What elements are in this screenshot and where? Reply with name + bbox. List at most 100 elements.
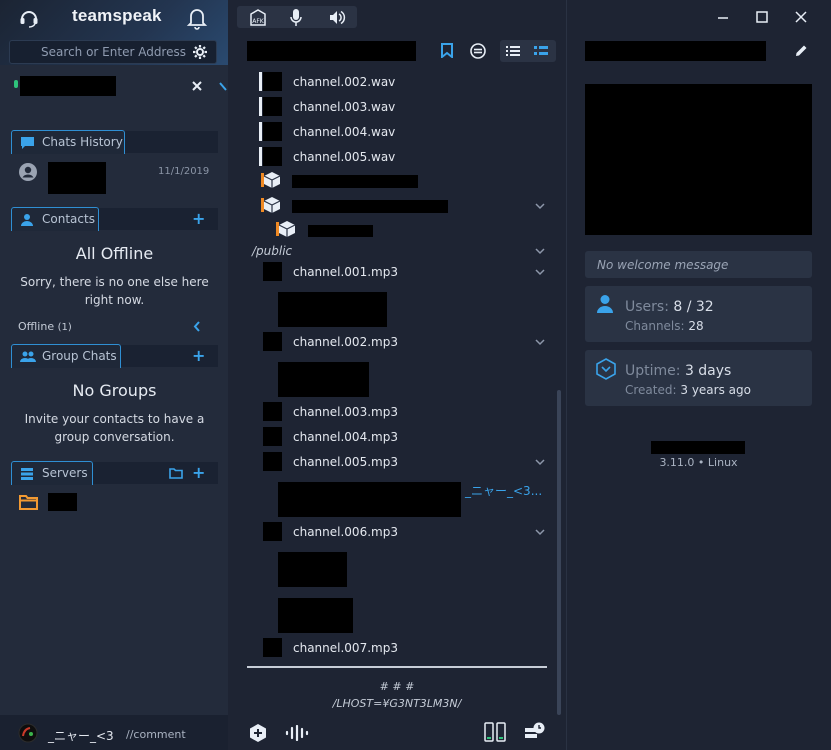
minimize-icon[interactable] bbox=[717, 12, 729, 24]
bell-icon[interactable] bbox=[186, 6, 208, 30]
devices-icon[interactable] bbox=[484, 722, 506, 742]
contacts-empty-text: Sorry, there is no one else here right n… bbox=[20, 275, 209, 307]
channel-row[interactable]: channel.005.wav bbox=[247, 146, 547, 168]
chevron-down-icon[interactable] bbox=[535, 337, 545, 347]
redacted-server-name bbox=[247, 41, 416, 61]
collapse-arrow-icon[interactable] bbox=[219, 82, 227, 94]
tab-servers-label: Servers bbox=[42, 466, 88, 480]
redacted-channel-icon bbox=[263, 97, 282, 116]
redacted-client bbox=[278, 482, 461, 517]
channel-label: channel.005.mp3 bbox=[293, 455, 398, 469]
headset-icon[interactable] bbox=[18, 7, 40, 29]
chevron-down-icon[interactable] bbox=[535, 527, 545, 537]
afk-button[interactable]: AFK bbox=[248, 9, 268, 26]
chevron-left-icon[interactable] bbox=[193, 321, 201, 332]
uptime-label: Uptime: bbox=[625, 363, 681, 379]
channels-stat: Channels: 28 bbox=[625, 319, 704, 333]
channel-row[interactable]: channel.007.mp3 bbox=[247, 637, 547, 659]
maximize-icon[interactable] bbox=[756, 11, 768, 23]
edit-icon[interactable] bbox=[794, 44, 808, 58]
quick-toolbar: AFK bbox=[237, 6, 357, 28]
folder-icon[interactable] bbox=[19, 494, 38, 510]
redacted-channel-icon bbox=[263, 638, 282, 657]
client-name[interactable]: _ニャー_<3... bbox=[465, 482, 542, 499]
channel-row[interactable]: channel.006.mp3 bbox=[247, 521, 547, 543]
speaker-icon[interactable] bbox=[328, 9, 346, 26]
channel-label: channel.002.mp3 bbox=[293, 335, 398, 349]
microphone-icon[interactable] bbox=[290, 8, 302, 27]
channel-row[interactable]: channel.004.mp3 bbox=[247, 426, 547, 448]
scrollbar[interactable] bbox=[557, 390, 561, 715]
servers-header: Servers + bbox=[11, 461, 218, 485]
channel-row[interactable]: channel.004.wav bbox=[247, 121, 547, 143]
users-label: Users: bbox=[625, 299, 669, 315]
contacts-empty-title: All Offline bbox=[75, 244, 154, 263]
channel-row[interactable]: channel.002.wav bbox=[247, 71, 547, 93]
online-indicator bbox=[14, 80, 18, 88]
channel-label: channel.001.mp3 bbox=[293, 265, 398, 279]
redacted-channel-icon bbox=[263, 427, 282, 446]
view-toggle bbox=[500, 40, 556, 62]
close-window-icon[interactable] bbox=[795, 11, 807, 23]
redacted-channel-name bbox=[292, 200, 448, 213]
channel-label: channel.003.wav bbox=[293, 100, 396, 114]
uptime-stat: Uptime: 3 days bbox=[625, 363, 731, 379]
channel-label: channel.006.mp3 bbox=[293, 525, 398, 539]
add-group-button[interactable]: + bbox=[192, 348, 205, 364]
add-server-button[interactable]: + bbox=[192, 465, 205, 481]
add-hex-icon[interactable] bbox=[248, 723, 268, 743]
tab-chats-history[interactable]: Chats History bbox=[11, 130, 125, 154]
redacted-chat-name bbox=[48, 162, 106, 194]
redacted-client bbox=[278, 552, 347, 587]
bookmark-icon[interactable] bbox=[441, 43, 453, 58]
channel-label: channel.007.mp3 bbox=[293, 641, 398, 655]
tree-view-icon[interactable] bbox=[534, 45, 548, 57]
offline-count: (1) bbox=[57, 322, 72, 333]
user-avatar[interactable] bbox=[18, 723, 38, 743]
audio-waveform-icon[interactable] bbox=[285, 725, 309, 741]
channel-label: channel.004.wav bbox=[293, 125, 396, 139]
user-status: //comment bbox=[126, 728, 186, 741]
folder-add-icon[interactable] bbox=[169, 467, 183, 479]
channel-label: channel.003.mp3 bbox=[293, 405, 398, 419]
server-version: 3.11.0 • Linux bbox=[659, 456, 738, 469]
server-badge-icon[interactable] bbox=[470, 43, 486, 59]
separator bbox=[247, 666, 547, 668]
group-icon bbox=[20, 351, 36, 362]
channel-row[interactable]: channel.001.mp3 bbox=[247, 261, 547, 283]
chevron-down-icon[interactable] bbox=[535, 457, 545, 467]
search-input[interactable] bbox=[16, 44, 186, 60]
welcome-card: No welcome message bbox=[585, 251, 812, 278]
channel-row[interactable]: channel.003.mp3 bbox=[247, 401, 547, 423]
offline-group[interactable]: Offline (1) bbox=[18, 320, 72, 333]
tab-group-chats[interactable]: Group Chats bbox=[11, 344, 121, 368]
channel-row[interactable]: channel.005.mp3 bbox=[247, 451, 547, 473]
redacted-channel-icon bbox=[263, 72, 282, 91]
tab-group-chats-label: Group Chats bbox=[42, 349, 117, 363]
tab-servers[interactable]: Servers bbox=[11, 461, 93, 485]
search-box[interactable] bbox=[9, 40, 217, 64]
close-icon[interactable] bbox=[192, 81, 202, 91]
channel-label: channel.002.wav bbox=[293, 75, 396, 89]
redacted-channel-icon bbox=[263, 262, 282, 281]
redacted-channel-icon bbox=[263, 147, 282, 166]
channel-row[interactable]: channel.002.mp3 bbox=[247, 331, 547, 353]
chevron-down-icon[interactable] bbox=[535, 246, 545, 256]
created-value: 3 years ago bbox=[680, 383, 751, 397]
users-icon bbox=[597, 295, 613, 313]
redacted-channel-icon bbox=[263, 452, 282, 471]
afk-text: AFK bbox=[252, 18, 265, 25]
list-view-icon[interactable] bbox=[506, 45, 520, 57]
gear-icon[interactable] bbox=[192, 44, 208, 60]
channel-row[interactable]: channel.003.wav bbox=[247, 96, 547, 118]
chevron-down-icon[interactable] bbox=[535, 201, 545, 211]
contacts-header: Contacts + bbox=[11, 207, 218, 231]
redacted-server-banner bbox=[585, 84, 812, 235]
server-icon bbox=[21, 468, 33, 480]
server-clock-icon[interactable] bbox=[524, 722, 546, 742]
tab-contacts[interactable]: Contacts bbox=[11, 207, 99, 231]
redacted-channel-icon bbox=[263, 402, 282, 421]
add-contact-button[interactable]: + bbox=[192, 211, 205, 227]
uptime-hex-icon bbox=[596, 358, 616, 380]
chevron-down-icon[interactable] bbox=[535, 267, 545, 277]
